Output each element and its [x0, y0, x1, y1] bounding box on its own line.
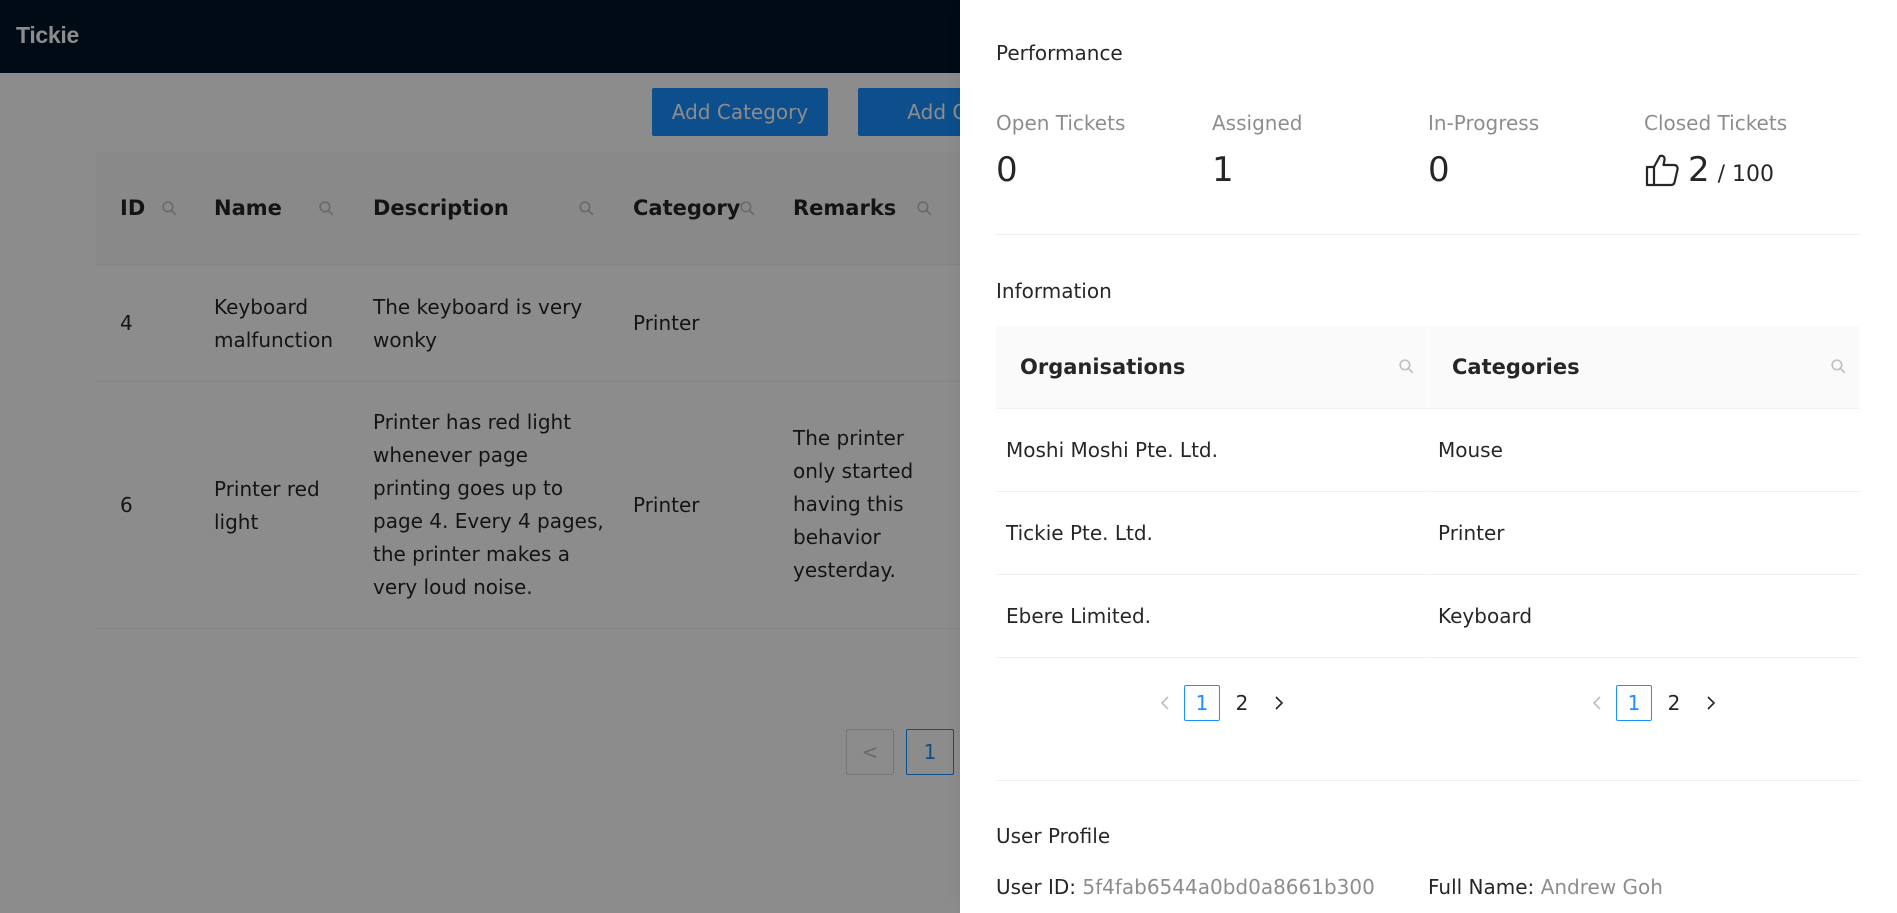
user-detail-drawer: Performance Open Tickets 0 Assigned 1 In…	[960, 0, 1897, 913]
categories-pagination: 1 2	[1580, 684, 1728, 722]
list-item[interactable]: Ebere Limited.	[996, 575, 1427, 658]
list-item[interactable]: Tickie Pte. Ltd.	[996, 492, 1427, 575]
stat-assigned: Assigned 1	[1212, 108, 1412, 192]
stat-label: In-Progress	[1428, 111, 1540, 135]
stat-closed-tickets: Closed Tickets 2 / 100	[1644, 108, 1844, 192]
stat-label: Assigned	[1212, 111, 1303, 135]
stat-value: 1	[1212, 150, 1234, 190]
pagination-page-1[interactable]: 1	[1616, 685, 1652, 721]
organisations-header[interactable]: Organisations	[996, 326, 1427, 409]
pagination-page-2[interactable]: 2	[1656, 685, 1692, 721]
search-icon[interactable]	[1830, 358, 1847, 375]
chevron-right-icon	[1275, 696, 1284, 710]
pagination-next-button[interactable]	[1694, 684, 1728, 722]
divider	[996, 780, 1859, 781]
stat-label: Closed Tickets	[1644, 111, 1788, 135]
stat-value: 0	[996, 150, 1018, 190]
performance-title: Performance	[996, 41, 1123, 65]
stat-open-tickets: Open Tickets 0	[996, 108, 1196, 192]
like-icon	[1645, 154, 1679, 187]
list-item[interactable]: Mouse	[1428, 409, 1859, 492]
categories-table: Categories Mouse Printer Keyboard	[1428, 326, 1859, 658]
list-item[interactable]: Printer	[1428, 492, 1859, 575]
organisations-pagination: 1 2	[1148, 684, 1296, 722]
list-item[interactable]: Keyboard	[1428, 575, 1859, 658]
organisations-table: Organisations Moshi Moshi Pte. Ltd. Tick…	[996, 326, 1427, 658]
stat-value: 2 / 100	[1644, 148, 1844, 192]
pagination-page-1[interactable]: 1	[1184, 685, 1220, 721]
full-name-field: Full Name: Andrew Goh	[1428, 875, 1663, 899]
pagination-next-button[interactable]	[1262, 684, 1296, 722]
user-id-field: User ID: 5f4fab6544a0bd0a8661b300	[996, 875, 1375, 899]
chevron-left-icon	[1160, 696, 1169, 710]
pagination-prev-button[interactable]	[1148, 684, 1182, 722]
divider	[996, 234, 1859, 235]
pagination-page-2[interactable]: 2	[1224, 685, 1260, 721]
full-name-value: Andrew Goh	[1540, 875, 1663, 899]
search-icon[interactable]	[1398, 358, 1415, 375]
chevron-right-icon	[1707, 696, 1716, 710]
information-title: Information	[996, 279, 1112, 303]
stat-label: Open Tickets	[996, 111, 1126, 135]
stat-value: 0	[1428, 150, 1450, 190]
user-profile-title: User Profile	[996, 824, 1111, 848]
stat-in-progress: In-Progress 0	[1428, 108, 1628, 192]
list-item[interactable]: Moshi Moshi Pte. Ltd.	[996, 409, 1427, 492]
user-id-value: 5f4fab6544a0bd0a8661b300	[1082, 875, 1375, 899]
full-name-label: Full Name:	[1428, 875, 1535, 899]
user-id-label: User ID:	[996, 875, 1076, 899]
stat-suffix: / 100	[1717, 162, 1775, 187]
pagination-prev-button[interactable]	[1580, 684, 1614, 722]
chevron-left-icon	[1592, 696, 1601, 710]
categories-header[interactable]: Categories	[1428, 326, 1859, 409]
